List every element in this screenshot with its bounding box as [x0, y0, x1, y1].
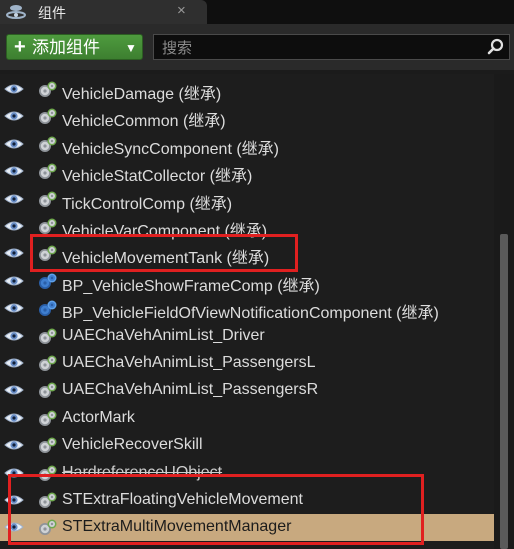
component-row[interactable]: VehicleCommon (继承)	[0, 103, 494, 130]
tab-bar: 组件 ×	[0, 0, 514, 24]
tab-title: 组件	[38, 5, 66, 21]
eye-icon[interactable]	[4, 246, 24, 260]
gear-icon	[39, 437, 57, 454]
add-component-label: 添加组件	[32, 38, 100, 57]
component-label: HardreferenceUObject	[62, 463, 223, 481]
component-row[interactable]: VehicleVarComponent (继承)	[0, 213, 494, 240]
eye-icon[interactable]	[4, 219, 24, 233]
component-row[interactable]: UAEChaVehAnimList_Driver	[0, 323, 494, 350]
eye-icon[interactable]	[4, 493, 24, 507]
component-row[interactable]: STExtraFloatingVehicleMovement	[0, 487, 494, 514]
eye-icon[interactable]	[4, 109, 24, 123]
component-row[interactable]: ActorMark	[0, 405, 494, 432]
component-label: VehicleMovementTank (继承)	[62, 250, 270, 268]
plus-icon: +	[14, 36, 26, 58]
eye-icon[interactable]	[4, 466, 24, 480]
component-label: VehicleStatCollector (继承)	[62, 168, 253, 186]
eye-icon[interactable]	[4, 164, 24, 178]
gear-icon	[39, 519, 57, 536]
component-row[interactable]: VehicleRecoverSkill	[0, 432, 494, 459]
gear-icon	[39, 355, 57, 371]
component-row[interactable]: VehicleMovementTank (继承)	[0, 240, 494, 267]
gear-icon	[39, 108, 57, 125]
gear-icon	[39, 163, 57, 180]
component-label: UAEChaVehAnimList_PassengersR	[62, 381, 319, 399]
component-label: UAEChaVehAnimList_PassengersL	[62, 354, 316, 371]
search-icon[interactable]	[487, 38, 505, 56]
scrollbar-thumb[interactable]	[500, 234, 508, 549]
eye-icon[interactable]	[4, 274, 24, 288]
eye-icon[interactable]	[4, 137, 24, 151]
component-label: TickControlComp (继承)	[62, 195, 233, 213]
component-row[interactable]: UAEChaVehAnimList_PassengersL	[0, 350, 494, 377]
eye-icon[interactable]	[4, 438, 24, 452]
component-label: BP_VehicleFieldOfViewNotificationCompone…	[62, 305, 439, 323]
eye-icon[interactable]	[4, 329, 24, 343]
component-label: UAEChaVehAnimList_Driver	[62, 326, 265, 344]
blueprint-gear-icon	[39, 273, 57, 289]
component-label: VehicleCommon (继承)	[62, 113, 226, 131]
gear-icon	[39, 245, 57, 262]
scrollbar[interactable]	[494, 74, 514, 549]
search-input[interactable]	[160, 36, 484, 60]
eye-icon[interactable]	[4, 82, 24, 96]
component-row[interactable]: VehicleSyncComponent (继承)	[0, 131, 494, 158]
gear-icon	[39, 191, 57, 207]
chevron-down-icon: ▼	[125, 41, 137, 55]
component-row[interactable]: UAEChaVehAnimList_PassengersR	[0, 377, 494, 404]
component-label: VehicleRecoverSkill	[62, 436, 203, 454]
component-label: VehicleVarComponent (继承)	[62, 223, 268, 240]
component-row[interactable]: TickControlComp (继承)	[0, 186, 494, 213]
component-row[interactable]: VehicleDamage (继承)	[0, 76, 494, 103]
component-row[interactable]: STExtraMultiMovementManager	[0, 514, 494, 542]
gear-icon	[39, 81, 57, 97]
component-row[interactable]: VehicleStatCollector (继承)	[0, 158, 494, 185]
component-label: BP_VehicleShowFrameComp (继承)	[62, 277, 320, 295]
gear-icon	[39, 328, 57, 344]
close-icon[interactable]: ×	[177, 2, 186, 19]
gear-icon	[39, 218, 57, 234]
eye-icon[interactable]	[4, 192, 24, 206]
component-row[interactable]: BP_VehicleShowFrameComp (继承)	[0, 268, 494, 295]
gear-icon	[39, 410, 57, 426]
gear-icon	[39, 382, 57, 399]
eye-icon[interactable]	[4, 301, 24, 315]
search-box	[153, 34, 510, 60]
toolbar: + 添加组件 ▼	[0, 24, 514, 70]
blueprint-gear-icon	[39, 300, 57, 317]
eye-icon[interactable]	[4, 520, 24, 534]
component-label: STExtraMultiMovementManager	[62, 518, 292, 536]
component-row[interactable]: HardreferenceUObject	[0, 460, 494, 487]
gear-icon	[39, 492, 57, 508]
tab-components[interactable]: 组件 ×	[0, 0, 207, 24]
eye-icon[interactable]	[4, 383, 24, 397]
component-label: ActorMark	[62, 408, 135, 426]
component-row[interactable]: BP_VehicleFieldOfViewNotificationCompone…	[0, 295, 494, 322]
component-label: VehicleDamage (继承)	[62, 86, 222, 103]
components-icon	[6, 5, 26, 19]
eye-icon[interactable]	[4, 356, 24, 370]
gear-icon	[39, 136, 57, 152]
component-list: VehicleDamage (继承) VehicleCommon (继承) Vehi…	[0, 74, 494, 549]
component-label: VehicleSyncComponent (继承)	[62, 140, 279, 158]
component-label: STExtraFloatingVehicleMovement	[62, 491, 303, 508]
add-component-button[interactable]: + 添加组件 ▼	[6, 34, 143, 60]
gear-icon	[39, 465, 57, 481]
eye-icon[interactable]	[4, 411, 24, 425]
